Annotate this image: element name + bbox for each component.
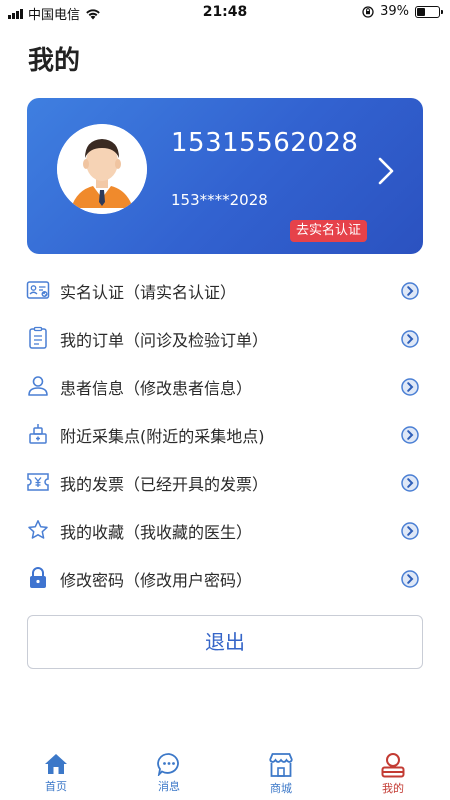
chevron-right-icon[interactable] — [377, 156, 395, 186]
menu-item-my-orders[interactable]: 我的订单（问诊及检验订单） — [0, 314, 450, 362]
menu-item-change-password[interactable]: 修改密码（修改用户密码） — [0, 554, 450, 602]
person-icon — [28, 376, 48, 396]
star-icon — [28, 520, 48, 539]
tab-label: 我的 — [382, 782, 404, 795]
tab-mine[interactable]: 我的 — [353, 744, 433, 796]
menu-item-nearby-collection[interactable]: 附近采集点(附近的采集地点) — [0, 410, 450, 458]
menu-item-label: 实名认证（请实名认证） — [60, 283, 237, 302]
orientation-lock-icon — [362, 5, 374, 18]
menu-list: 实名认证（请实名认证） 我的订单（问诊及检验订单） 患者信息（修改患者信息） 附… — [0, 266, 450, 602]
chevron-circle-icon[interactable] — [401, 570, 419, 588]
chevron-circle-icon[interactable] — [401, 282, 419, 300]
avatar[interactable] — [57, 124, 147, 214]
menu-item-label: 患者信息（修改患者信息） — [60, 379, 253, 398]
chevron-circle-icon[interactable] — [401, 330, 419, 348]
menu-item-patient-info[interactable]: 患者信息（修改患者信息） — [0, 362, 450, 410]
avatar-illustration — [57, 124, 147, 214]
phone-number-masked: 153****2028 — [171, 191, 268, 209]
store-icon — [269, 753, 293, 777]
phone-number: 15315562028 — [171, 128, 359, 158]
menu-item-label: 附近采集点(附近的采集地点) — [60, 427, 265, 446]
chevron-circle-icon[interactable] — [401, 378, 419, 396]
message-icon — [157, 753, 179, 776]
status-right: 39% — [362, 4, 443, 19]
battery-icon — [415, 5, 443, 18]
tab-label: 首页 — [45, 780, 67, 793]
menu-item-real-name[interactable]: 实名认证（请实名认证） — [0, 266, 450, 314]
chevron-circle-icon[interactable] — [401, 522, 419, 540]
lock-icon — [30, 567, 46, 588]
id-card-icon — [26, 281, 50, 299]
menu-item-label: 修改密码（修改用户密码） — [60, 571, 253, 590]
menu-item-label: 我的发票（已经开具的发票） — [60, 475, 269, 494]
menu-item-label: 我的订单（问诊及检验订单） — [60, 331, 269, 350]
logout-button[interactable]: 退出 — [27, 615, 423, 669]
invoice-icon — [27, 473, 49, 491]
status-bar: 中国电信 21:48 39% — [0, 0, 450, 24]
profile-card[interactable]: 15315562028 153****2028 去实名认证 — [27, 98, 423, 254]
tab-messages[interactable]: 消息 — [129, 744, 209, 794]
tab-bar: 首页 消息 商城 我的 — [0, 744, 450, 800]
profile-icon — [381, 753, 405, 778]
battery-level — [417, 7, 426, 16]
tab-label: 商城 — [270, 782, 292, 795]
chevron-circle-icon[interactable] — [401, 426, 419, 444]
home-icon — [45, 754, 67, 774]
tab-label: 消息 — [158, 780, 180, 793]
verify-identity-badge[interactable]: 去实名认证 — [290, 220, 368, 242]
menu-item-my-invoices[interactable]: 我的发票（已经开具的发票） — [0, 458, 450, 506]
chevron-circle-icon[interactable] — [401, 474, 419, 492]
page-title: 我的 — [28, 46, 81, 76]
menu-item-my-favorites[interactable]: 我的收藏（我收藏的医生） — [0, 506, 450, 554]
tab-store[interactable]: 商城 — [241, 744, 321, 796]
collection-point-icon — [29, 424, 47, 444]
tab-home[interactable]: 首页 — [16, 744, 96, 794]
menu-item-label: 我的收藏（我收藏的医生） — [60, 523, 253, 542]
order-list-icon — [29, 326, 47, 349]
battery-percent: 39% — [380, 4, 409, 19]
